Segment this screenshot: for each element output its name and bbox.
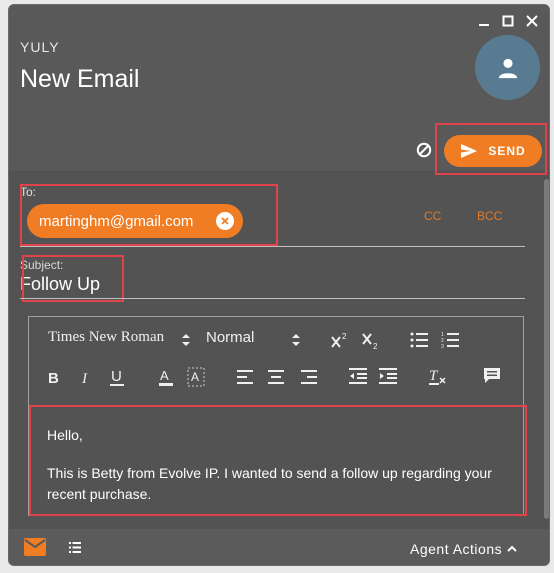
avatar[interactable] bbox=[475, 35, 540, 100]
font-family-select[interactable]: Times New Roman bbox=[48, 329, 164, 346]
minimize-icon[interactable] bbox=[475, 12, 493, 30]
clear-formatting-icon[interactable]: T bbox=[429, 367, 447, 385]
mail-icon[interactable] bbox=[24, 538, 46, 561]
cc-link[interactable]: CC bbox=[424, 209, 441, 223]
svg-text:T: T bbox=[429, 368, 439, 384]
to-divider bbox=[20, 246, 525, 247]
bcc-link[interactable]: BCC bbox=[477, 209, 502, 223]
user-name: YULY bbox=[20, 39, 60, 55]
person-icon bbox=[498, 58, 517, 78]
font-family-chevron-icon bbox=[182, 334, 190, 346]
subscript-icon[interactable]: 2 bbox=[361, 331, 379, 351]
maximize-icon[interactable] bbox=[499, 12, 517, 30]
font-color-icon[interactable]: A bbox=[158, 367, 174, 387]
window-title: New Email bbox=[20, 65, 140, 93]
highlight-subject bbox=[22, 255, 124, 302]
svg-text:A: A bbox=[191, 370, 199, 384]
svg-text:U: U bbox=[111, 368, 122, 385]
highlight-send bbox=[435, 123, 547, 175]
chevron-up-icon bbox=[507, 545, 517, 552]
list-icon[interactable] bbox=[69, 540, 81, 558]
window-controls bbox=[475, 12, 541, 30]
editor-toolbar: Times New Roman Normal 2 2 1 2 3 B I U A… bbox=[29, 317, 523, 405]
outdent-icon[interactable] bbox=[349, 368, 367, 384]
bullet-list-icon[interactable] bbox=[410, 332, 428, 348]
block-icon[interactable] bbox=[416, 142, 432, 158]
scroll-thumb[interactable] bbox=[544, 179, 549, 519]
svg-text:I: I bbox=[81, 371, 88, 385]
numbered-list-icon[interactable]: 1 2 3 bbox=[441, 331, 459, 349]
bold-icon[interactable]: B bbox=[47, 369, 61, 385]
align-center-icon[interactable] bbox=[268, 370, 284, 384]
close-icon[interactable] bbox=[523, 12, 541, 30]
align-left-icon[interactable] bbox=[237, 370, 253, 384]
svg-text:2: 2 bbox=[342, 332, 347, 341]
superscript-icon[interactable]: 2 bbox=[330, 331, 348, 349]
svg-text:B: B bbox=[48, 370, 59, 385]
indent-icon[interactable] bbox=[379, 368, 397, 384]
comment-icon[interactable] bbox=[483, 367, 501, 385]
subject-divider bbox=[20, 298, 525, 299]
italic-icon[interactable]: I bbox=[80, 369, 92, 385]
svg-text:A: A bbox=[160, 368, 169, 383]
agent-actions-button[interactable]: Agent Actions bbox=[410, 541, 517, 557]
window-footer: Agent Actions bbox=[9, 529, 549, 565]
svg-text:3: 3 bbox=[441, 344, 444, 349]
scrollbar[interactable] bbox=[544, 179, 549, 519]
highlight-body bbox=[29, 405, 527, 516]
highlight-color-icon[interactable]: A bbox=[187, 367, 205, 387]
font-size-select[interactable]: Normal bbox=[206, 329, 254, 346]
agent-actions-label: Agent Actions bbox=[410, 541, 503, 557]
font-size-value: Normal bbox=[206, 329, 255, 346]
font-family-value: Times New Roman bbox=[48, 329, 165, 345]
underline-icon[interactable]: U bbox=[109, 367, 125, 387]
highlight-to bbox=[20, 184, 278, 246]
svg-text:2: 2 bbox=[373, 342, 378, 351]
font-size-chevron-icon bbox=[292, 334, 300, 346]
align-right-icon[interactable] bbox=[301, 370, 317, 384]
